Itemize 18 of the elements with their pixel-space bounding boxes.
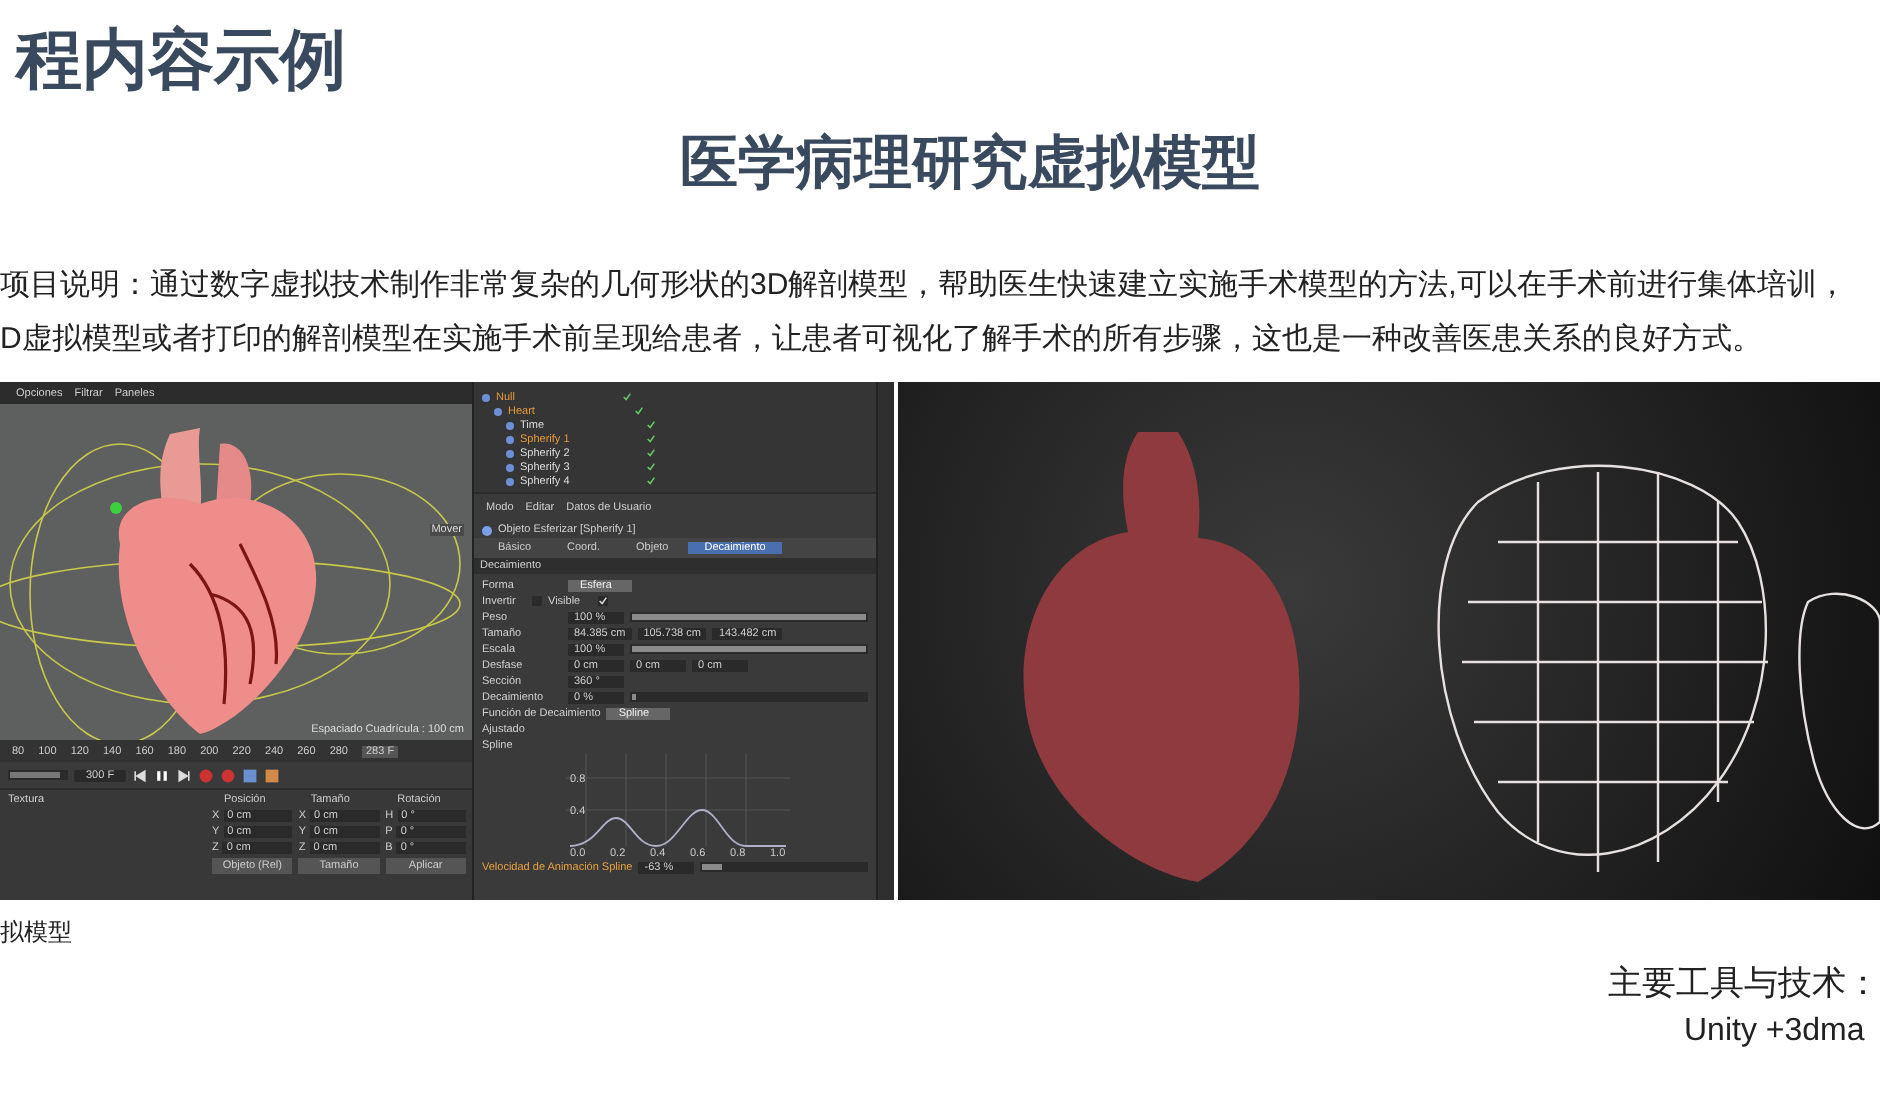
description-line: D虚拟模型或者打印的解剖模型在实施手术前呈现给患者，让患者可视化了解手术的所有步骤，这也是一种改善医患关系的良好方式。: [0, 320, 1764, 360]
tools-label: 主要工具与技术：: [1608, 962, 1880, 1006]
checkbox[interactable]: [598, 596, 608, 606]
slide-subtitle: 医学病理研究虚拟模型: [678, 130, 1262, 200]
slide-title: 程内容示例: [16, 20, 348, 100]
key-icon[interactable]: [242, 767, 259, 783]
image-caption: 拟模型: [0, 918, 74, 948]
skip-back-icon[interactable]: [132, 767, 149, 783]
frame-slider-track[interactable]: [8, 770, 68, 780]
key-icon[interactable]: [264, 767, 281, 783]
handle-icon[interactable]: [110, 502, 122, 514]
skip-forward-icon[interactable]: [176, 767, 193, 783]
sphere-icon: [482, 525, 492, 535]
description-line: 项目说明：通过数字虚拟技术制作非常复杂的几何形状的3D解剖模型，帮助医生快速建立实施手术模型的方法,可以在手术前进行集体培训，: [0, 266, 1849, 306]
pause-icon[interactable]: [154, 767, 171, 783]
tools-text: Unity +3dma: [1684, 1012, 1865, 1052]
slider-track[interactable]: [700, 862, 868, 872]
slider-track[interactable]: [630, 692, 868, 702]
